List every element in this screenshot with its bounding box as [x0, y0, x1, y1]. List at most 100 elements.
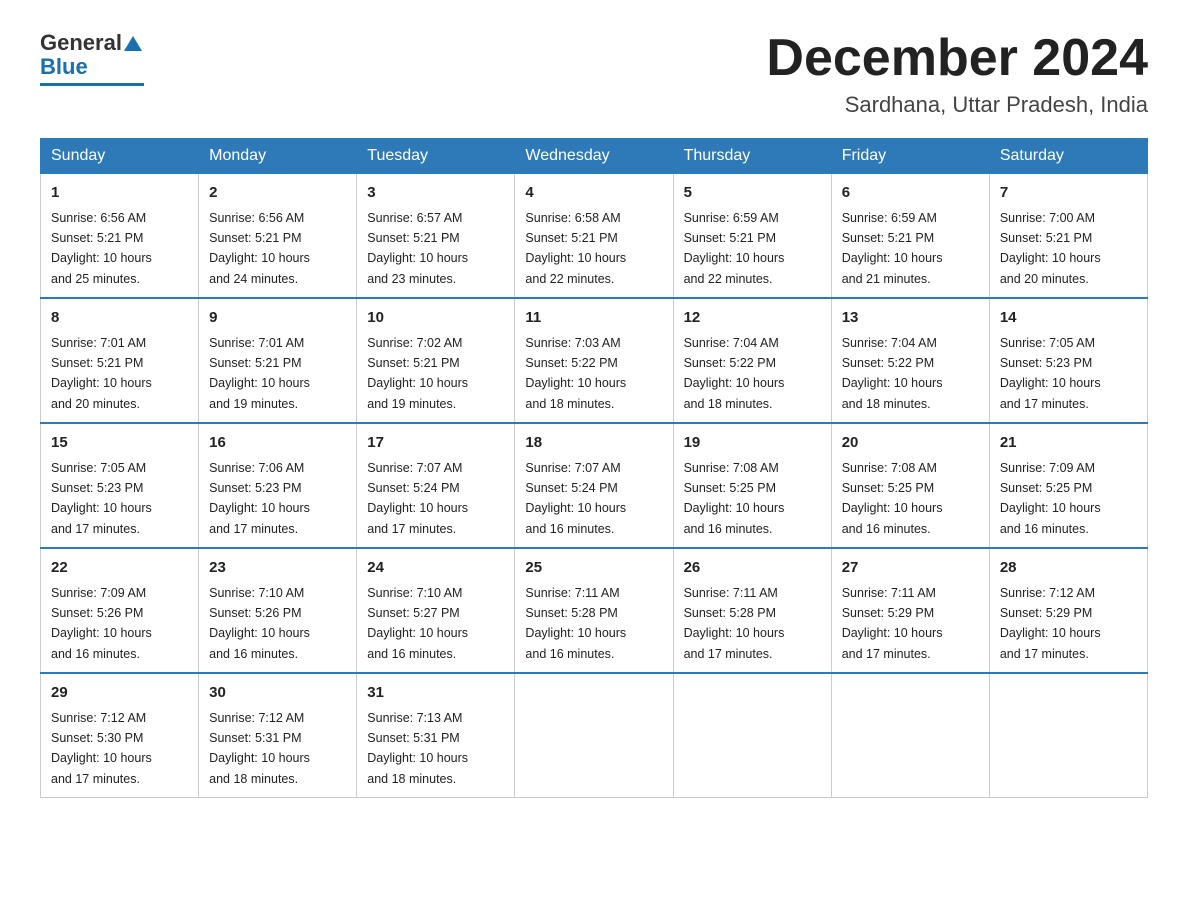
day-info: Sunrise: 7:01 AMSunset: 5:21 PMDaylight:… [51, 336, 152, 411]
day-info: Sunrise: 6:58 AMSunset: 5:21 PMDaylight:… [525, 211, 626, 286]
day-number: 30 [209, 682, 346, 705]
day-number: 19 [684, 432, 821, 455]
day-info: Sunrise: 6:59 AMSunset: 5:21 PMDaylight:… [684, 211, 785, 286]
calendar-cell: 3 Sunrise: 6:57 AMSunset: 5:21 PMDayligh… [357, 174, 515, 299]
day-info: Sunrise: 7:12 AMSunset: 5:30 PMDaylight:… [51, 711, 152, 786]
day-number: 20 [842, 432, 979, 455]
calendar-week-row: 22 Sunrise: 7:09 AMSunset: 5:26 PMDaylig… [41, 548, 1148, 673]
header-thursday: Thursday [673, 139, 831, 174]
day-info: Sunrise: 7:04 AMSunset: 5:22 PMDaylight:… [842, 336, 943, 411]
day-number: 22 [51, 557, 188, 580]
day-number: 18 [525, 432, 662, 455]
calendar-cell [831, 673, 989, 798]
day-number: 15 [51, 432, 188, 455]
day-info: Sunrise: 7:07 AMSunset: 5:24 PMDaylight:… [525, 461, 626, 536]
calendar-cell: 9 Sunrise: 7:01 AMSunset: 5:21 PMDayligh… [199, 298, 357, 423]
calendar-cell: 15 Sunrise: 7:05 AMSunset: 5:23 PMDaylig… [41, 423, 199, 548]
calendar-cell: 4 Sunrise: 6:58 AMSunset: 5:21 PMDayligh… [515, 174, 673, 299]
day-number: 25 [525, 557, 662, 580]
day-info: Sunrise: 7:11 AMSunset: 5:29 PMDaylight:… [842, 586, 943, 661]
calendar-cell: 12 Sunrise: 7:04 AMSunset: 5:22 PMDaylig… [673, 298, 831, 423]
calendar-cell: 25 Sunrise: 7:11 AMSunset: 5:28 PMDaylig… [515, 548, 673, 673]
calendar-cell: 10 Sunrise: 7:02 AMSunset: 5:21 PMDaylig… [357, 298, 515, 423]
calendar-cell [673, 673, 831, 798]
day-info: Sunrise: 7:11 AMSunset: 5:28 PMDaylight:… [525, 586, 626, 661]
calendar-table: Sunday Monday Tuesday Wednesday Thursday… [40, 138, 1148, 798]
day-info: Sunrise: 7:11 AMSunset: 5:28 PMDaylight:… [684, 586, 785, 661]
day-number: 28 [1000, 557, 1137, 580]
day-info: Sunrise: 6:56 AMSunset: 5:21 PMDaylight:… [209, 211, 310, 286]
day-info: Sunrise: 7:10 AMSunset: 5:26 PMDaylight:… [209, 586, 310, 661]
calendar-header-row: Sunday Monday Tuesday Wednesday Thursday… [41, 139, 1148, 174]
day-info: Sunrise: 7:13 AMSunset: 5:31 PMDaylight:… [367, 711, 468, 786]
calendar-cell: 13 Sunrise: 7:04 AMSunset: 5:22 PMDaylig… [831, 298, 989, 423]
day-info: Sunrise: 7:06 AMSunset: 5:23 PMDaylight:… [209, 461, 310, 536]
calendar-title-area: December 2024 Sardhana, Uttar Pradesh, I… [766, 30, 1148, 118]
page-header: General Blue December 2024 Sardhana, Utt… [40, 30, 1148, 118]
day-info: Sunrise: 6:59 AMSunset: 5:21 PMDaylight:… [842, 211, 943, 286]
logo: General Blue [40, 30, 144, 86]
day-info: Sunrise: 6:56 AMSunset: 5:21 PMDaylight:… [51, 211, 152, 286]
day-info: Sunrise: 7:02 AMSunset: 5:21 PMDaylight:… [367, 336, 468, 411]
day-number: 17 [367, 432, 504, 455]
calendar-cell: 29 Sunrise: 7:12 AMSunset: 5:30 PMDaylig… [41, 673, 199, 798]
day-number: 11 [525, 307, 662, 330]
calendar-cell: 17 Sunrise: 7:07 AMSunset: 5:24 PMDaylig… [357, 423, 515, 548]
day-number: 12 [684, 307, 821, 330]
calendar-cell [515, 673, 673, 798]
day-info: Sunrise: 7:05 AMSunset: 5:23 PMDaylight:… [1000, 336, 1101, 411]
day-number: 16 [209, 432, 346, 455]
calendar-cell: 20 Sunrise: 7:08 AMSunset: 5:25 PMDaylig… [831, 423, 989, 548]
day-number: 2 [209, 182, 346, 205]
calendar-cell: 5 Sunrise: 6:59 AMSunset: 5:21 PMDayligh… [673, 174, 831, 299]
calendar-cell: 21 Sunrise: 7:09 AMSunset: 5:25 PMDaylig… [989, 423, 1147, 548]
day-info: Sunrise: 7:04 AMSunset: 5:22 PMDaylight:… [684, 336, 785, 411]
day-info: Sunrise: 7:08 AMSunset: 5:25 PMDaylight:… [842, 461, 943, 536]
day-number: 31 [367, 682, 504, 705]
day-number: 21 [1000, 432, 1137, 455]
calendar-week-row: 8 Sunrise: 7:01 AMSunset: 5:21 PMDayligh… [41, 298, 1148, 423]
header-monday: Monday [199, 139, 357, 174]
header-sunday: Sunday [41, 139, 199, 174]
calendar-cell: 30 Sunrise: 7:12 AMSunset: 5:31 PMDaylig… [199, 673, 357, 798]
day-number: 6 [842, 182, 979, 205]
calendar-cell: 7 Sunrise: 7:00 AMSunset: 5:21 PMDayligh… [989, 174, 1147, 299]
day-number: 29 [51, 682, 188, 705]
calendar-cell: 31 Sunrise: 7:13 AMSunset: 5:31 PMDaylig… [357, 673, 515, 798]
header-wednesday: Wednesday [515, 139, 673, 174]
day-number: 5 [684, 182, 821, 205]
day-info: Sunrise: 7:00 AMSunset: 5:21 PMDaylight:… [1000, 211, 1101, 286]
day-number: 9 [209, 307, 346, 330]
day-number: 7 [1000, 182, 1137, 205]
calendar-cell: 23 Sunrise: 7:10 AMSunset: 5:26 PMDaylig… [199, 548, 357, 673]
calendar-week-row: 1 Sunrise: 6:56 AMSunset: 5:21 PMDayligh… [41, 174, 1148, 299]
logo-general-text: General [40, 30, 122, 56]
month-title: December 2024 [766, 30, 1148, 87]
day-info: Sunrise: 7:12 AMSunset: 5:31 PMDaylight:… [209, 711, 310, 786]
calendar-cell: 19 Sunrise: 7:08 AMSunset: 5:25 PMDaylig… [673, 423, 831, 548]
calendar-week-row: 29 Sunrise: 7:12 AMSunset: 5:30 PMDaylig… [41, 673, 1148, 798]
calendar-cell: 6 Sunrise: 6:59 AMSunset: 5:21 PMDayligh… [831, 174, 989, 299]
day-number: 3 [367, 182, 504, 205]
calendar-cell: 18 Sunrise: 7:07 AMSunset: 5:24 PMDaylig… [515, 423, 673, 548]
day-number: 27 [842, 557, 979, 580]
calendar-cell: 8 Sunrise: 7:01 AMSunset: 5:21 PMDayligh… [41, 298, 199, 423]
calendar-cell: 22 Sunrise: 7:09 AMSunset: 5:26 PMDaylig… [41, 548, 199, 673]
day-number: 8 [51, 307, 188, 330]
day-number: 4 [525, 182, 662, 205]
header-friday: Friday [831, 139, 989, 174]
calendar-cell: 28 Sunrise: 7:12 AMSunset: 5:29 PMDaylig… [989, 548, 1147, 673]
day-info: Sunrise: 7:08 AMSunset: 5:25 PMDaylight:… [684, 461, 785, 536]
day-info: Sunrise: 7:03 AMSunset: 5:22 PMDaylight:… [525, 336, 626, 411]
day-number: 26 [684, 557, 821, 580]
header-saturday: Saturday [989, 139, 1147, 174]
day-number: 10 [367, 307, 504, 330]
calendar-cell: 1 Sunrise: 6:56 AMSunset: 5:21 PMDayligh… [41, 174, 199, 299]
calendar-cell: 27 Sunrise: 7:11 AMSunset: 5:29 PMDaylig… [831, 548, 989, 673]
day-info: Sunrise: 7:10 AMSunset: 5:27 PMDaylight:… [367, 586, 468, 661]
calendar-cell: 16 Sunrise: 7:06 AMSunset: 5:23 PMDaylig… [199, 423, 357, 548]
day-info: Sunrise: 6:57 AMSunset: 5:21 PMDaylight:… [367, 211, 468, 286]
calendar-cell [989, 673, 1147, 798]
day-number: 24 [367, 557, 504, 580]
calendar-week-row: 15 Sunrise: 7:05 AMSunset: 5:23 PMDaylig… [41, 423, 1148, 548]
